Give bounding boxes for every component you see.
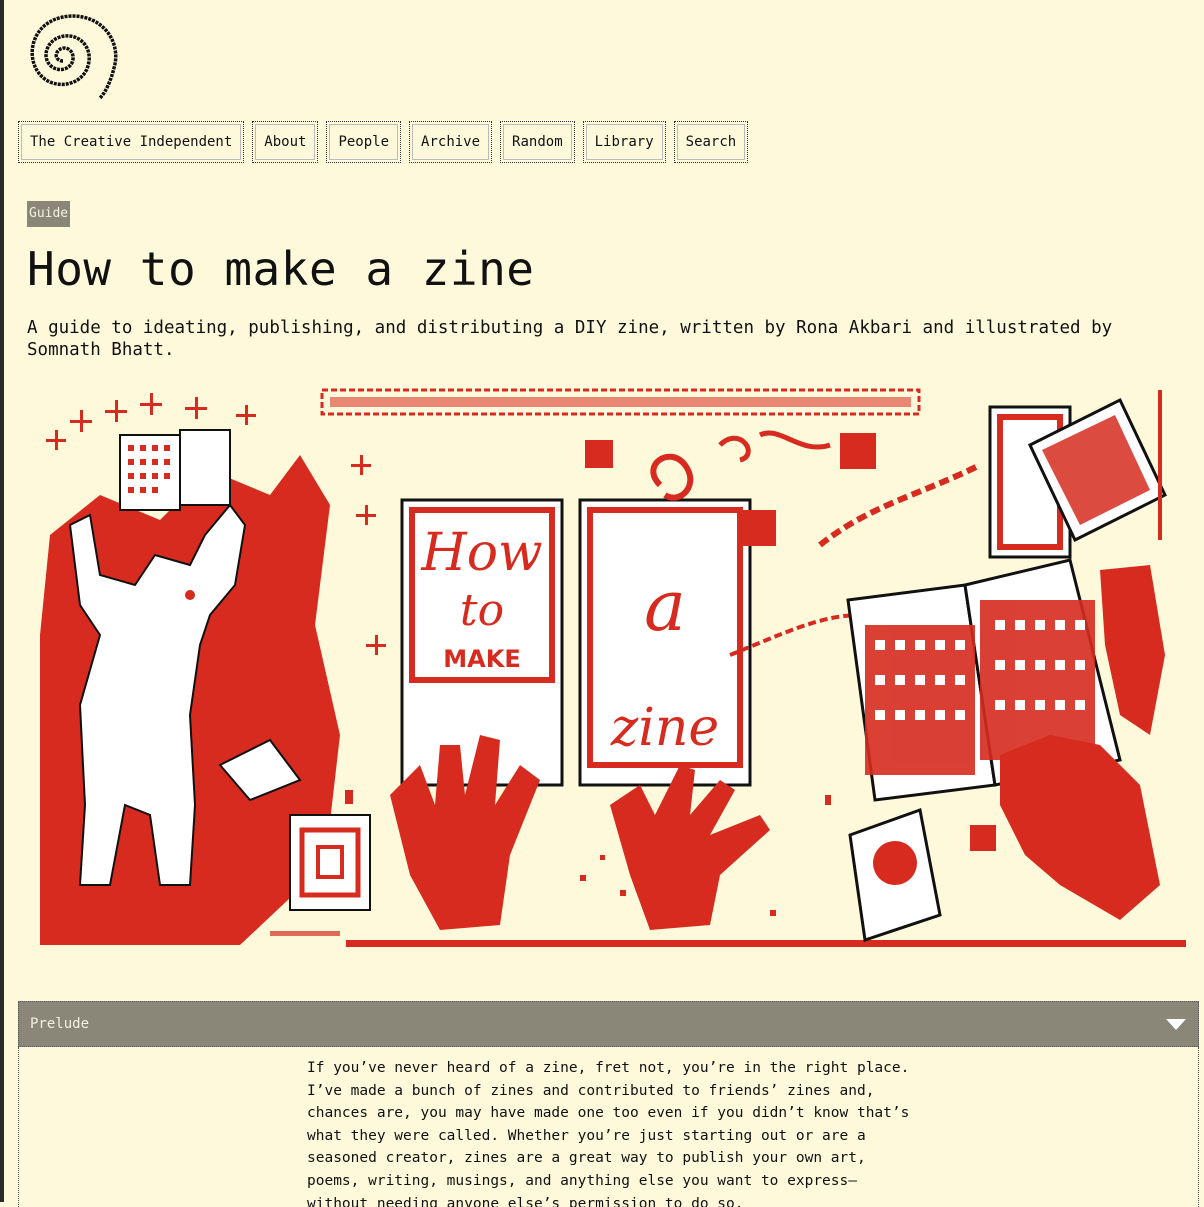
main-nav: The Creative Independent About People Ar… bbox=[18, 121, 749, 163]
zine-lettering-zine: zine bbox=[610, 698, 719, 758]
triangle-down-icon[interactable] bbox=[1166, 1019, 1186, 1030]
nav-random-button[interactable]: Random bbox=[500, 121, 575, 163]
category-badge[interactable]: Guide bbox=[27, 201, 71, 227]
page-title: How to make a zine bbox=[27, 242, 535, 296]
prelude-text: If you’ve never heard of a zine, fret no… bbox=[307, 1060, 910, 1207]
zine-lettering-to: to bbox=[460, 585, 504, 636]
zine-lettering-a: a bbox=[644, 565, 686, 647]
window-edge bbox=[0, 0, 4, 1202]
nav-library-button[interactable]: Library bbox=[582, 121, 666, 163]
nav-home-button[interactable]: The Creative Independent bbox=[18, 121, 245, 163]
prelude-label: Prelude bbox=[30, 1016, 90, 1032]
spiral-logo-icon[interactable] bbox=[16, 6, 122, 102]
prelude-toggle[interactable]: Prelude bbox=[18, 1001, 1199, 1047]
page-subtitle: A guide to ideating, publishing, and dis… bbox=[27, 318, 1113, 360]
nav-about-button[interactable]: About bbox=[252, 121, 319, 163]
nav-search-button[interactable]: Search bbox=[673, 121, 749, 163]
nav-people-button[interactable]: People bbox=[326, 121, 402, 163]
hero-illustration: How to MAKE a zine bbox=[40, 388, 1186, 947]
zine-lettering-how: How bbox=[420, 523, 542, 583]
zine-lettering-make: MAKE bbox=[443, 645, 520, 673]
nav-archive-button[interactable]: Archive bbox=[409, 121, 493, 163]
prelude-body: If you’ve never heard of a zine, fret no… bbox=[18, 1047, 1199, 1207]
